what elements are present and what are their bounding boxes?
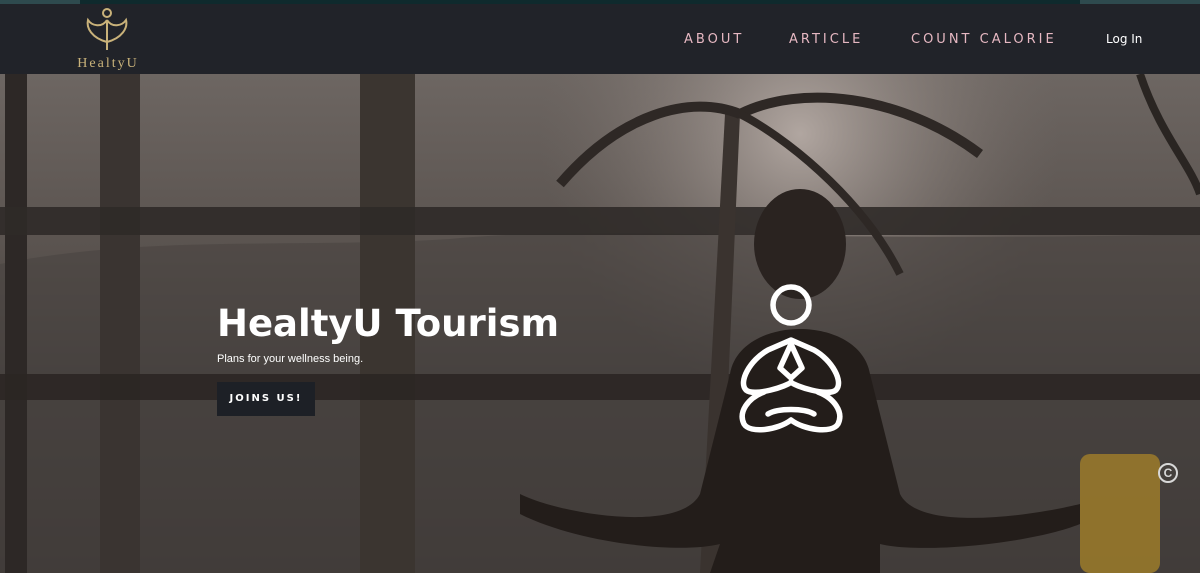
hero-background-image: [0, 74, 1200, 573]
leaf-logo-icon: [86, 8, 128, 50]
meditation-icon: [739, 284, 843, 433]
nav-about[interactable]: ABOUT: [684, 32, 744, 47]
navbar: HealtyU ABOUT ARTICLE COUNT CALORIE Log …: [0, 4, 1200, 74]
login-link[interactable]: Log In: [1106, 32, 1142, 46]
brand-name: HealtyU: [77, 56, 139, 71]
copyright-icon: C: [1158, 463, 1178, 483]
hero-title: HealtyU Tourism: [217, 302, 560, 345]
hero-section: HealtyU Tourism Plans for your wellness …: [0, 74, 1200, 573]
join-us-button[interactable]: JOINS US!: [217, 382, 315, 416]
brand-logo[interactable]: HealtyU: [68, 6, 148, 74]
nav-article[interactable]: ARTICLE: [789, 32, 863, 47]
hero-subtitle: Plans for your wellness being.: [217, 353, 364, 365]
nav-count-calorie[interactable]: COUNT CALORIE: [911, 32, 1057, 47]
page: HealtyU ABOUT ARTICLE COUNT CALORIE Log …: [0, 0, 1200, 573]
